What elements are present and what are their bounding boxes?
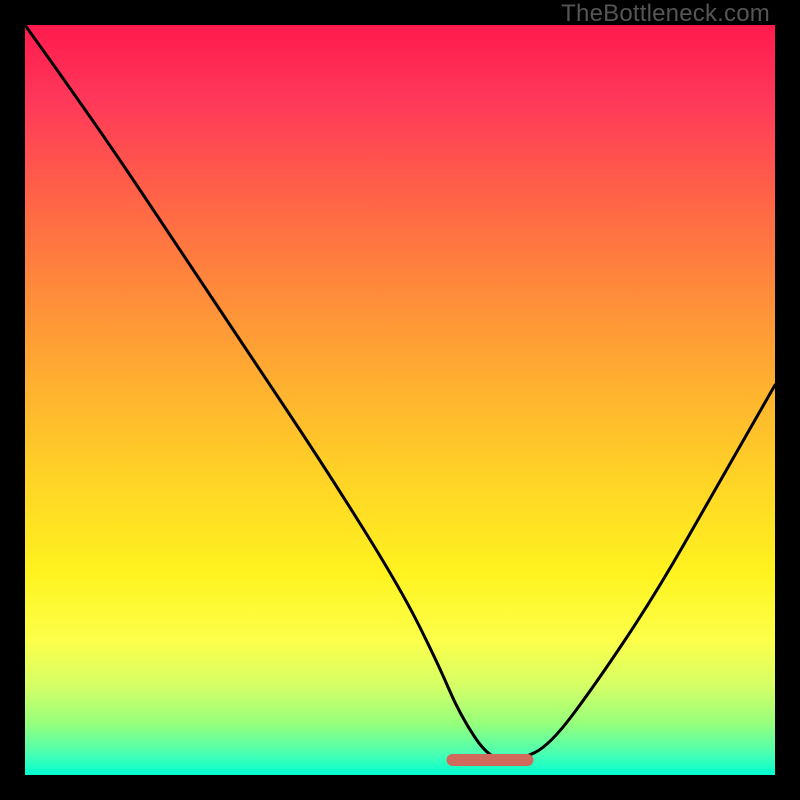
- chart-frame: TheBottleneck.com: [0, 0, 800, 800]
- watermark-text: TheBottleneck.com: [561, 0, 770, 28]
- plot-area: [25, 25, 775, 775]
- curve-svg: [25, 25, 775, 775]
- bottleneck-curve-path: [25, 25, 775, 760]
